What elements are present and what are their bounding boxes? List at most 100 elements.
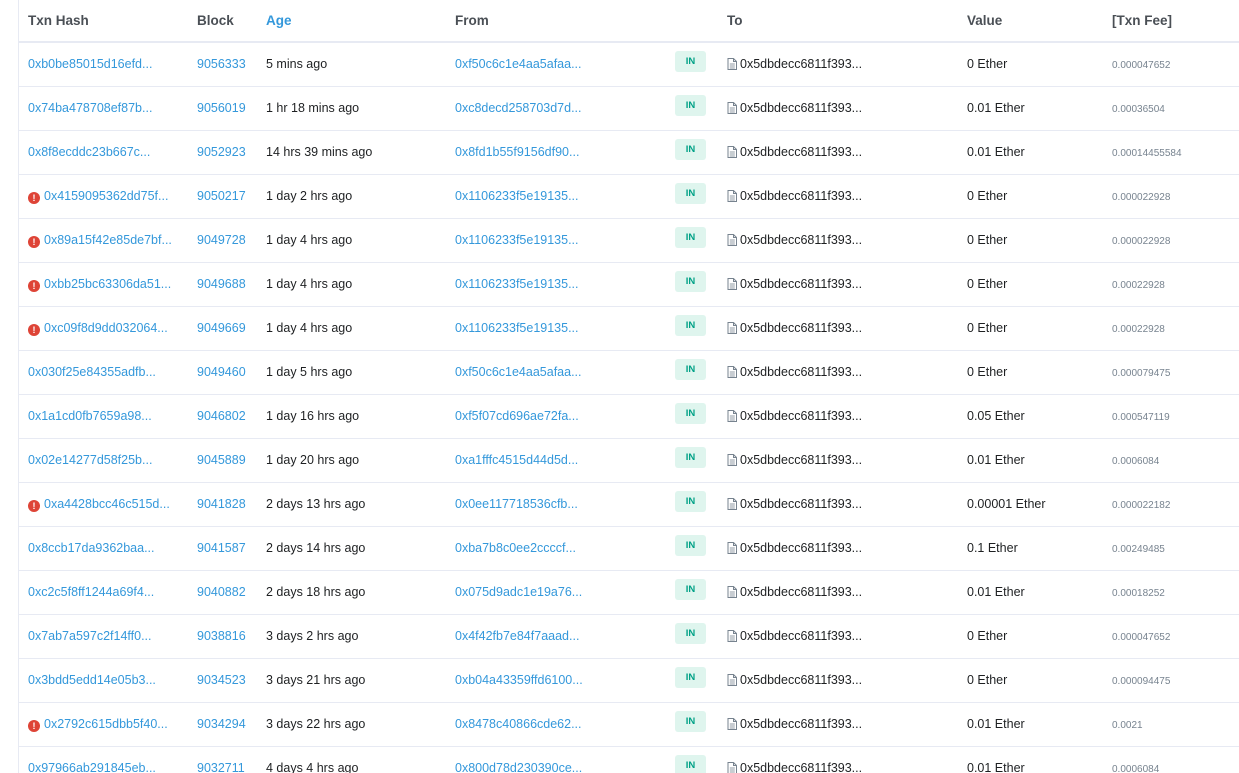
from-cell: 0x4f42fb7e84f7aaad... [446,614,666,658]
txn-hash-link[interactable]: 0xc2c5f8ff1244a69f4... [28,585,154,599]
block-link[interactable]: 9041587 [197,541,246,555]
from-cell: 0x8fd1b55f9156df90... [446,130,666,174]
to-address: 0x5dbdecc6811f393... [740,145,863,159]
to-cell: 0x5dbdecc6811f393... [718,350,958,394]
block-link[interactable]: 9034294 [197,717,246,731]
block-link[interactable]: 9040882 [197,585,246,599]
block-link[interactable]: 9049669 [197,321,246,335]
txn-fee: 0.000547119 [1112,412,1170,423]
txn-hash-link[interactable]: 0x030f25e84355adfb... [28,365,156,379]
exclamation-circle-icon: ! [28,323,40,336]
in-badge: IN [675,578,706,600]
txn-hash-cell: ! 0x2792c615dbb5f40... [19,702,188,746]
txn-fee: 0.0006084 [1112,456,1160,467]
block-link[interactable]: 9038816 [197,629,246,643]
from-address-link[interactable]: 0xba7b8c0ee2ccccf... [455,541,576,555]
txn-hash-link[interactable]: 0x8f8ecddc23b667c... [28,145,150,159]
age-cell: 3 days 22 hrs ago [266,717,366,731]
table-row: ! 0xc09f8d9dd032064... 9049669 1 day 4 hr… [19,306,1239,350]
from-cell: 0x1106233f5e19135... [446,262,666,306]
from-address-link[interactable]: 0xa1fffc4515d44d5d... [455,453,578,467]
txn-hash-link[interactable]: 0x74ba478708ef87b... [28,101,152,115]
to-address: 0x5dbdecc6811f393... [740,629,863,643]
value-cell: 0 Ether [967,277,1008,291]
txn-fee: 0.00249485 [1112,544,1165,555]
value-cell: 0.01 Ether [967,101,1025,115]
txn-hash-link[interactable]: 0x97966ab291845eb... [28,761,156,773]
exclamation-circle-icon: ! [28,279,40,292]
txn-hash-link[interactable]: 0x02e14277d58f25b... [28,453,152,467]
header-direction [666,0,718,42]
value-cell: 0 Ether [967,321,1008,335]
from-address-link[interactable]: 0xc8decd258703d7d... [455,101,582,115]
from-address-link[interactable]: 0x075d9adc1e19a76... [455,585,582,599]
direction-cell: IN [666,438,718,482]
block-link[interactable]: 9056019 [197,101,246,115]
from-address-link[interactable]: 0x1106233f5e19135... [455,277,579,291]
header-txn-fee-toggle[interactable]: [Txn Fee] [1103,0,1239,42]
document-icon [727,542,737,554]
transactions-table: Txn Hash Block Age From To Value [Txn Fe… [19,0,1239,773]
direction-cell: IN [666,218,718,262]
txn-hash-link[interactable]: 0x1a1cd0fb7659a98... [28,409,152,423]
from-address-link[interactable]: 0xf50c6c1e4aa5afaa... [455,365,582,379]
from-address-link[interactable]: 0x1106233f5e19135... [455,321,579,335]
block-cell: 9052923 [188,130,257,174]
fee-cell: 0.000022928 [1103,174,1239,218]
in-badge: IN [675,226,706,248]
from-address-link[interactable]: 0xb04a43359ffd6100... [455,673,583,687]
fee-cell: 0.000079475 [1103,350,1239,394]
exclamation-circle-icon: ! [28,235,40,248]
txn-hash-link[interactable]: 0x3bdd5edd14e05b3... [28,673,156,687]
txn-hash-link[interactable]: 0xc09f8d9dd032064... [44,321,168,335]
block-link[interactable]: 9050217 [197,189,246,203]
fee-cell: 0.000094475 [1103,658,1239,702]
direction-cell: IN [666,702,718,746]
value-cell: 0 Ether [967,629,1008,643]
block-link[interactable]: 9041828 [197,497,246,511]
from-address-link[interactable]: 0x8478c40866cde62... [455,717,582,731]
in-badge: IN [675,666,706,688]
block-link[interactable]: 9049460 [197,365,246,379]
from-address-link[interactable]: 0x1106233f5e19135... [455,189,579,203]
in-badge: IN [675,270,706,292]
txn-hash-link[interactable]: 0x7ab7a597c2f14ff0... [28,629,152,643]
from-address-link[interactable]: 0x0ee117718536cfb... [455,497,578,511]
fee-cell: 0.0006084 [1103,438,1239,482]
fee-cell: 0.000047652 [1103,614,1239,658]
from-address-link[interactable]: 0x800d78d230390ce... [455,761,582,773]
block-link[interactable]: 9034523 [197,673,246,687]
to-address: 0x5dbdecc6811f393... [740,585,863,599]
block-cell: 9056019 [188,86,257,130]
block-link[interactable]: 9049728 [197,233,246,247]
block-link[interactable]: 9052923 [197,145,246,159]
header-txn-hash: Txn Hash [28,13,89,28]
table-row: ! 0xa4428bcc46c515d... 9041828 2 days 13 … [19,482,1239,526]
txn-hash-link[interactable]: 0x4159095362dd75f... [44,189,168,203]
from-cell: 0x1106233f5e19135... [446,174,666,218]
txn-hash-link[interactable]: 0x2792c615dbb5f40... [44,717,168,731]
direction-cell: IN [666,350,718,394]
txn-hash-link[interactable]: 0xa4428bcc46c515d... [44,497,170,511]
block-link[interactable]: 9046802 [197,409,246,423]
from-address-link[interactable]: 0x1106233f5e19135... [455,233,579,247]
from-address-link[interactable]: 0xf50c6c1e4aa5afaa... [455,57,582,71]
block-link[interactable]: 9056333 [197,57,246,71]
from-cell: 0x1106233f5e19135... [446,306,666,350]
txn-hash-link[interactable]: 0x8ccb17da9362baa... [28,541,155,555]
from-address-link[interactable]: 0x8fd1b55f9156df90... [455,145,579,159]
txn-hash-cell: ! 0x89a15f42e85de7bf... [19,218,188,262]
in-badge: IN [675,94,706,116]
block-link[interactable]: 9032711 [197,761,245,773]
document-icon [727,454,737,466]
txn-hash-link[interactable]: 0x89a15f42e85de7bf... [44,233,172,247]
block-link[interactable]: 9049688 [197,277,246,291]
block-link[interactable]: 9045889 [197,453,246,467]
from-address-link[interactable]: 0x4f42fb7e84f7aaad... [455,629,579,643]
txn-hash-link[interactable]: 0xbb25bc63306da51... [44,277,171,291]
direction-cell: IN [666,614,718,658]
txn-hash-link[interactable]: 0xb0be85015d16efd... [28,57,152,71]
table-header-row: Txn Hash Block Age From To Value [Txn Fe… [19,0,1239,42]
from-address-link[interactable]: 0xf5f07cd696ae72fa... [455,409,579,423]
header-age-toggle[interactable]: Age [257,0,446,42]
